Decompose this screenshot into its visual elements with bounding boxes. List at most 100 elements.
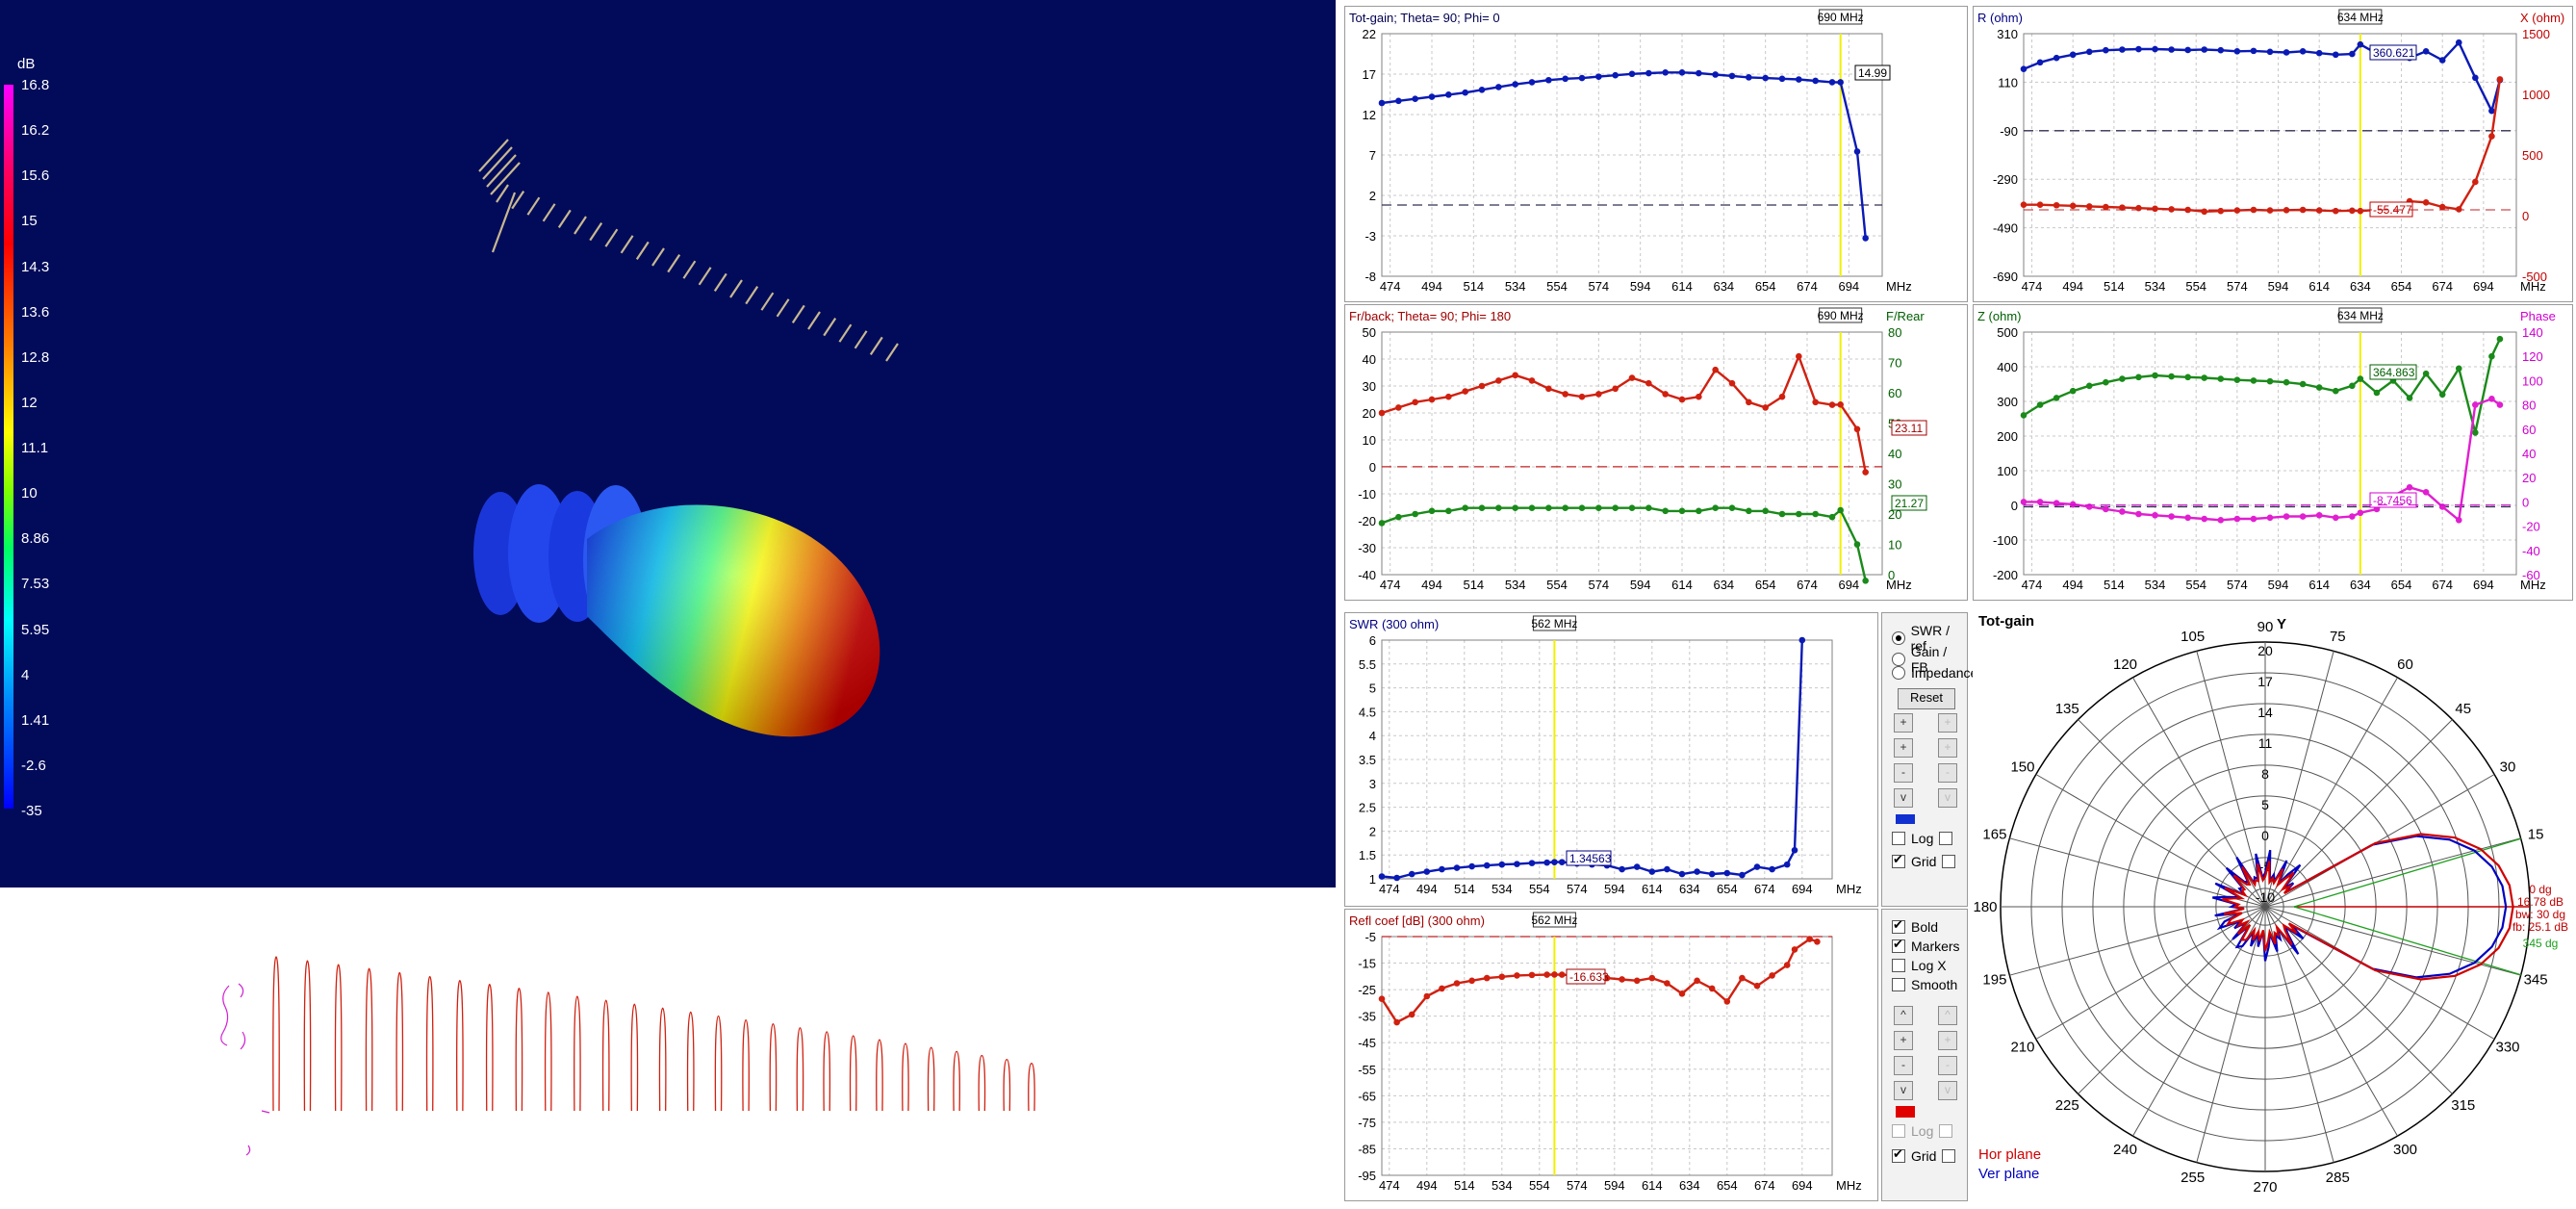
zoom-in-left[interactable]: + xyxy=(1894,738,1913,758)
x-tick-label: 654 xyxy=(1717,882,1738,896)
checkbox[interactable] xyxy=(1892,937,1905,953)
director-element xyxy=(713,272,727,293)
x-tick-label: 514 xyxy=(1454,1178,1475,1193)
x-tick-label: 494 xyxy=(1416,882,1438,896)
reset-button[interactable]: Reset xyxy=(1898,688,1955,709)
radio-button[interactable] xyxy=(1892,631,1905,645)
data-point xyxy=(2488,396,2495,402)
data-point xyxy=(1696,507,1702,515)
log-checkbox[interactable]: Log xyxy=(1892,1123,1953,1139)
impedance-chart[interactable]: R (ohm) X (ohm) 474 494 514 534 554 574 594 614 63… xyxy=(1973,6,2573,302)
swr-chart[interactable]: SWR (300 ohm) 474 494 514 534 554 574 594 614 634… xyxy=(1344,612,1878,907)
step-up-left[interactable]: + xyxy=(1894,713,1913,733)
x-tick-label: 594 xyxy=(1630,279,1651,294)
checkbox[interactable] xyxy=(1892,1124,1905,1138)
data-point xyxy=(2349,207,2356,215)
y-tick-label: 30 xyxy=(1363,379,1376,394)
data-point xyxy=(1453,980,1461,987)
data-point xyxy=(1837,400,1844,408)
smooth-checkbox[interactable]: Smooth xyxy=(1892,977,1957,992)
element-current xyxy=(796,1027,804,1112)
x-tick-label: 554 xyxy=(1529,882,1550,896)
color-swatch[interactable] xyxy=(1896,1106,1915,1118)
polar-spoke xyxy=(2196,651,2266,908)
zphase-chart[interactable]: Z (ohm) Phase 474 494 514 534 554 574 594 614 634 6… xyxy=(1973,304,2573,601)
polar-spoke xyxy=(2264,651,2334,908)
data-point xyxy=(2085,503,2093,510)
polar-spoke xyxy=(2264,719,2453,908)
polar-angle-label: 15 xyxy=(2528,827,2544,843)
checkbox[interactable] xyxy=(1892,1146,1905,1163)
frback-chart[interactable]: Fr/back; Theta= 90; Phi= 180 F/Rear 474 494… xyxy=(1344,304,1968,601)
y-tick-label: 4 xyxy=(1369,729,1376,743)
step-up-right[interactable]: + xyxy=(1938,713,1957,733)
checkbox-right[interactable] xyxy=(1939,1124,1953,1138)
x-tick-label: 534 xyxy=(1505,578,1526,592)
refl-chart[interactable]: Refl coef [dB] (300 ohm) 474 494 514 534 554 5… xyxy=(1344,909,1878,1201)
step-up-left[interactable]: ^ xyxy=(1894,1006,1913,1025)
data-point xyxy=(1528,377,1536,384)
step-up-right[interactable]: ^ xyxy=(1938,1006,1957,1025)
radio-button[interactable] xyxy=(1892,653,1905,666)
checkbox[interactable] xyxy=(1892,852,1905,868)
zoom-out-right[interactable]: - xyxy=(1938,763,1957,783)
zoom-in-right[interactable]: + xyxy=(1938,738,1957,758)
data-point xyxy=(1837,506,1844,514)
y-tick-label-right: 10 xyxy=(1888,538,1901,553)
zoom-out-left[interactable]: - xyxy=(1894,1056,1913,1075)
x-tick-label: 654 xyxy=(1717,1178,1738,1193)
polar-angle-label: 255 xyxy=(2181,1170,2205,1186)
value-label: 360.621 xyxy=(2373,46,2415,60)
3d-pattern-view[interactable]: dB 16.8 16.2 15.6 15 14.3 13.6 12.8 12 11.1 10 8.8… xyxy=(0,0,1336,887)
checkbox[interactable] xyxy=(1892,959,1905,972)
data-point xyxy=(1412,399,1418,406)
zoom-out-left[interactable]: - xyxy=(1894,763,1913,783)
y-tick-label: -45 xyxy=(1358,1036,1376,1050)
gain-chart[interactable]: Tot-gain; Theta= 90; Phi= 0 474 494 514 534 5… xyxy=(1344,6,1968,302)
y-tick-label-right: 1000 xyxy=(2522,88,2550,102)
zoom-in-right[interactable]: + xyxy=(1938,1031,1957,1050)
bold-checkbox[interactable]: Bold xyxy=(1892,917,1938,935)
polar-pattern-panel[interactable]: Tot-gain 90 75 60 45 30 15 345 330 315 300 285 270 2… xyxy=(1973,609,2576,1204)
chart-title-right: F/Rear xyxy=(1886,309,1925,323)
data-point xyxy=(1648,868,1656,875)
checkbox-right[interactable] xyxy=(1942,855,1956,868)
data-point xyxy=(1393,874,1400,882)
markers-checkbox[interactable]: Markers xyxy=(1892,937,1960,954)
step-down-right[interactable]: v xyxy=(1938,788,1957,808)
data-point xyxy=(2266,377,2274,385)
polar-angle-label: 330 xyxy=(2495,1040,2519,1056)
data-point xyxy=(2455,206,2462,213)
checkbox[interactable] xyxy=(1892,917,1905,934)
step-down-left[interactable]: v xyxy=(1894,1081,1913,1100)
x-tick-label: 614 xyxy=(1642,1178,1663,1193)
data-point xyxy=(2135,510,2142,518)
step-down-left[interactable]: v xyxy=(1894,788,1913,808)
antenna-side-view xyxy=(0,887,1336,1204)
y-tick-label-right: 120 xyxy=(2522,349,2543,364)
x-tick-label: 694 xyxy=(1838,279,1859,294)
radio-button[interactable] xyxy=(1892,666,1905,680)
checkbox[interactable] xyxy=(1892,978,1905,991)
y-tick-label: -55 xyxy=(1358,1063,1376,1077)
zoom-out-right[interactable]: - xyxy=(1938,1056,1957,1075)
color-swatch[interactable] xyxy=(1896,814,1915,824)
grid-checkbox[interactable]: Grid xyxy=(1892,1146,1956,1164)
logx-checkbox[interactable]: Log X xyxy=(1892,958,1947,973)
radio-impedance[interactable]: Impedance xyxy=(1892,665,1977,681)
step-down-right[interactable]: v xyxy=(1938,1081,1957,1100)
data-point xyxy=(2152,45,2158,53)
data-point xyxy=(2488,352,2495,360)
polar-angle-label: 240 xyxy=(2113,1142,2137,1158)
data-point xyxy=(1545,76,1552,84)
data-point xyxy=(1769,972,1775,979)
checkbox[interactable] xyxy=(1892,832,1905,845)
polar-radial-label: 5 xyxy=(2261,797,2269,812)
grid-checkbox[interactable]: Grid xyxy=(1892,852,1956,869)
checkbox-right[interactable] xyxy=(1939,832,1953,845)
element-current xyxy=(953,1050,960,1112)
log-checkbox[interactable]: Log xyxy=(1892,831,1953,846)
checkbox-right[interactable] xyxy=(1942,1149,1956,1163)
zoom-in-left[interactable]: + xyxy=(1894,1031,1913,1050)
polar-spoke xyxy=(2035,906,2266,1040)
